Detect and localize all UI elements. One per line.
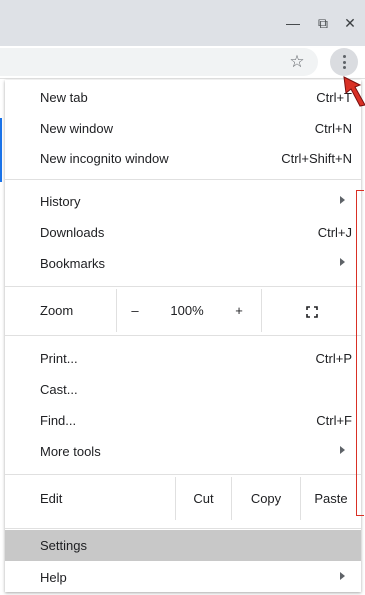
chrome-menu: New tab Ctrl+T New window Ctrl+N New inc… — [5, 80, 361, 592]
restore-button[interactable]: ⧉ — [310, 12, 336, 34]
zoom-label: Zoom — [40, 303, 74, 318]
menu-item-shortcut: Ctrl+F — [316, 413, 352, 428]
menu-separator — [5, 335, 361, 336]
fullscreen-button[interactable] — [262, 289, 361, 332]
menu-item-label: More tools — [40, 444, 101, 459]
dot-icon — [342, 66, 346, 69]
menu-item-downloads[interactable]: Downloads Ctrl+J — [5, 217, 361, 248]
menu-item-more-tools[interactable]: More tools — [5, 436, 361, 467]
zoom-row: Zoom – 100% + — [5, 289, 361, 332]
copy-button[interactable]: Copy — [232, 477, 300, 520]
menu-item-shortcut: Ctrl+P — [315, 351, 352, 366]
menu-item-history[interactable]: History — [5, 186, 361, 217]
menu-item-settings[interactable]: Settings — [5, 530, 361, 561]
menu-item-label: Find... — [40, 413, 77, 428]
submenu-arrow-icon — [340, 446, 345, 454]
cut-button[interactable]: Cut — [176, 477, 231, 520]
menu-item-label: Help — [40, 570, 67, 585]
menu-item-label: Downloads — [40, 225, 105, 240]
browser-toolbar: ☆ — [0, 46, 365, 79]
fullscreen-icon — [305, 305, 318, 318]
edit-row: Edit Cut Copy Paste — [5, 477, 361, 520]
menu-item-shortcut: Ctrl+Shift+N — [281, 151, 352, 166]
menu-item-label: New incognito window — [40, 151, 169, 166]
menu-item-help[interactable]: Help — [5, 562, 361, 593]
menu-separator — [5, 286, 361, 287]
zoom-in-button[interactable]: + — [221, 289, 257, 332]
menu-item-new-tab[interactable]: New tab Ctrl+T — [5, 82, 361, 113]
page-edge-accent — [0, 118, 2, 182]
address-bar[interactable] — [0, 48, 318, 76]
annotation-arrow-icon — [343, 76, 365, 107]
menu-item-bookmarks[interactable]: Bookmarks — [5, 248, 361, 279]
menu-item-new-incognito[interactable]: New incognito window Ctrl+Shift+N — [5, 143, 361, 174]
menu-item-label: New window — [40, 121, 113, 136]
dot-icon — [342, 55, 346, 58]
menu-separator — [5, 528, 361, 529]
zoom-out-button[interactable]: – — [117, 289, 153, 332]
menu-item-label: Cast... — [40, 382, 78, 397]
bookmark-star-icon[interactable]: ☆ — [286, 51, 308, 73]
annotation-highlight-box — [356, 190, 364, 516]
edit-label: Edit — [40, 491, 63, 506]
menu-separator — [5, 179, 361, 180]
menu-item-shortcut: Ctrl+N — [314, 121, 352, 136]
menu-item-label: Bookmarks — [40, 256, 106, 271]
submenu-arrow-icon — [340, 572, 345, 580]
menu-item-label: Settings — [40, 538, 87, 553]
submenu-arrow-icon — [340, 196, 345, 204]
menu-item-label: New tab — [40, 90, 88, 105]
menu-button[interactable] — [330, 48, 358, 76]
menu-item-find[interactable]: Find... Ctrl+F — [5, 405, 361, 436]
menu-item-label: Print... — [40, 351, 78, 366]
menu-item-shortcut: Ctrl+J — [317, 225, 352, 240]
submenu-arrow-icon — [340, 258, 345, 266]
menu-separator — [5, 474, 361, 475]
menu-item-cast[interactable]: Cast... — [5, 374, 361, 405]
menu-item-new-window[interactable]: New window Ctrl+N — [5, 113, 361, 144]
zoom-level: 100% — [170, 303, 204, 318]
dot-icon — [342, 60, 346, 64]
title-bar: — ⧉ ✕ — [0, 0, 365, 46]
menu-item-label: History — [40, 194, 81, 209]
minimize-button[interactable]: — — [280, 12, 306, 34]
paste-button[interactable]: Paste — [301, 477, 361, 520]
menu-item-print[interactable]: Print... Ctrl+P — [5, 343, 361, 374]
close-button[interactable]: ✕ — [337, 12, 363, 34]
